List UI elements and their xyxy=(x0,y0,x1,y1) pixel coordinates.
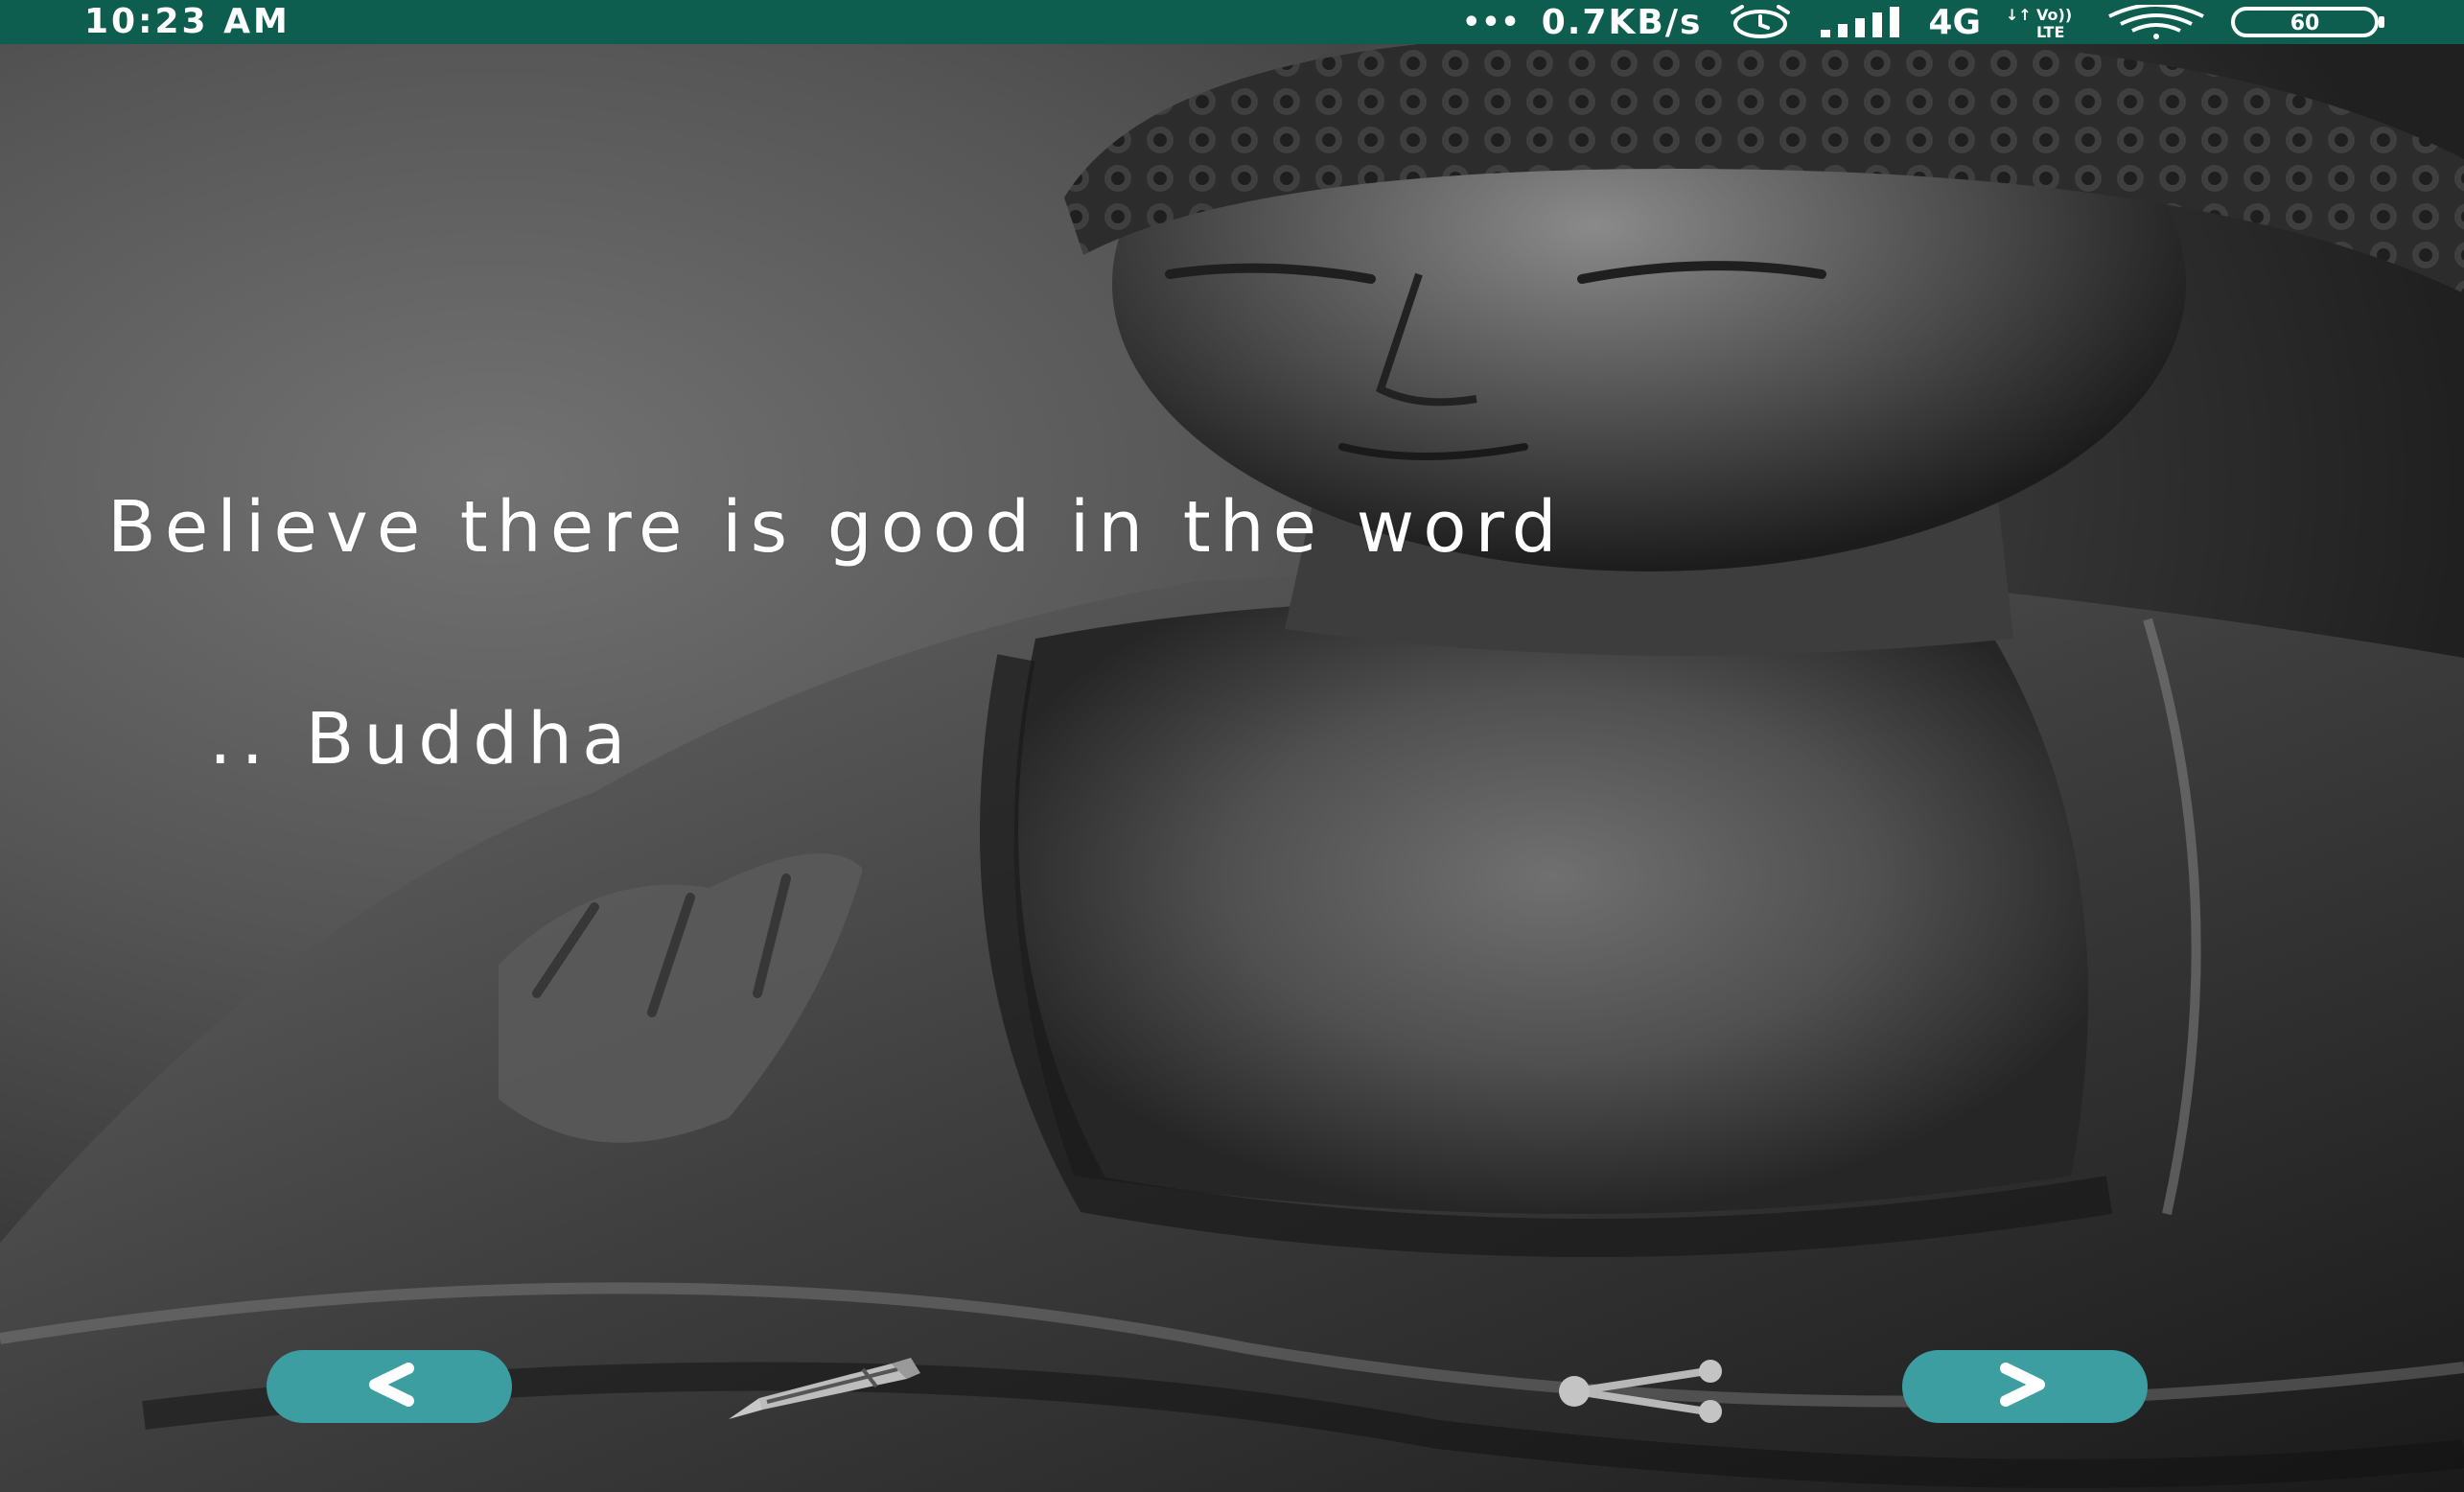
edit-quote-button[interactable] xyxy=(719,1354,930,1427)
chevron-left-icon xyxy=(356,1361,423,1412)
next-quote-button[interactable] xyxy=(1902,1350,2148,1423)
battery-level-text: 60 xyxy=(2290,12,2320,35)
status-indicators: ••• 0.7KB/s 4G ↓↑ Vo)) LTE 60 xyxy=(1462,2,2387,42)
more-notifications-dots: ••• xyxy=(1462,5,1521,39)
volte-icon: ↓↑ Vo)) LTE xyxy=(2002,5,2082,39)
status-time: 10:23 AM xyxy=(84,2,291,41)
status-bar: 10:23 AM ••• 0.7KB/s 4G ↓↑ Vo)) LTE 60 xyxy=(0,0,2464,44)
svg-text:Vo)): Vo)) xyxy=(2036,6,2072,24)
signal-icon xyxy=(1819,7,1907,37)
network-type: 4G xyxy=(1928,2,1981,42)
network-speed: 0.7KB/s xyxy=(1541,2,1703,42)
wifi-icon xyxy=(2104,5,2209,39)
quote-text: Believe there is good in the word xyxy=(107,486,1566,569)
battery-icon: 60 xyxy=(2230,6,2387,38)
alarm-icon xyxy=(1723,5,1798,39)
svg-text:LTE: LTE xyxy=(2036,23,2064,39)
chevron-right-icon xyxy=(1991,1361,2058,1412)
share-button[interactable] xyxy=(1553,1360,1735,1423)
quote-screen: 10:23 AM ••• 0.7KB/s 4G ↓↑ Vo)) LTE 60 B… xyxy=(0,0,2464,1492)
quote-author: .. Buddha xyxy=(209,698,636,781)
svg-text:↓↑: ↓↑ xyxy=(2006,6,2032,24)
pencil-icon xyxy=(719,1358,930,1431)
previous-quote-button[interactable] xyxy=(267,1350,512,1423)
share-icon xyxy=(1553,1360,1735,1427)
